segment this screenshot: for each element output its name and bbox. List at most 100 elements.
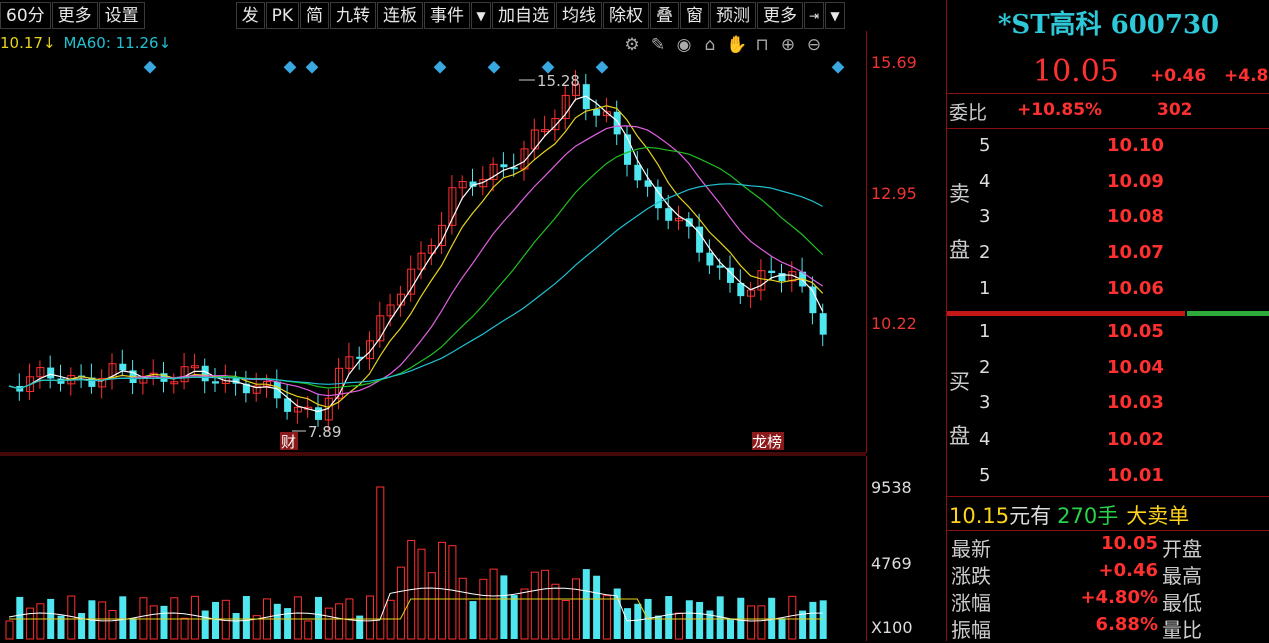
volume-bar [572,578,580,640]
ex-rights-button[interactable]: 除权 [603,2,650,29]
event-diamond [487,60,501,74]
volume-unit: X100 [871,618,913,637]
volume-bar [510,595,518,639]
volume-bar [737,597,745,639]
stat-label-2: 量比 [1162,618,1202,642]
weibi-count: 302 [1157,100,1193,120]
stat-row: 涨跌 +0.46 最高 [947,560,1269,588]
stat-label-2: 最低 [1162,591,1202,615]
volume-bar [809,601,817,639]
volume-bar [727,618,734,639]
price-axis: 15.69 12.95 10.22 [866,31,946,453]
ask-row[interactable]: 4 10.09 [947,171,1269,201]
volume-bar [160,605,168,639]
volume-bar [386,599,395,640]
volume-bar [221,599,230,640]
event-diamond [433,60,447,74]
collapse-panel-icon[interactable]: ⇥ [804,2,825,29]
event-diamond [831,60,845,74]
volume-bar [78,613,86,639]
volume-bar [293,596,302,640]
volume-bar [551,583,560,640]
ma-line [8,105,824,408]
bid-row[interactable]: 4 10.02 [947,429,1269,459]
volume-bar [119,596,127,639]
ask-level: 5 [979,135,991,156]
dragon-tiger-badge[interactable]: 龙榜 [752,433,782,451]
volume-bar [561,599,570,640]
volume-bar [757,605,766,640]
volume-bar [284,608,292,639]
forecast-button[interactable]: 预测 [710,2,757,29]
price-tick-mid: 12.95 [871,184,917,203]
stat-label: 涨跌 [951,564,991,588]
ask-row[interactable]: 5 10.10 [947,135,1269,165]
finance-badge[interactable]: 财 [281,433,296,451]
publish-button[interactable]: 发 [235,2,265,29]
volume-bar [315,596,322,639]
candle-body [119,363,127,371]
volume-bar [67,595,76,640]
bid-price: 10.02 [1107,429,1164,450]
settings-button[interactable]: 设置 [98,2,145,29]
tape-type: 大卖单 [1126,504,1190,528]
bid-row[interactable]: 3 10.03 [947,392,1269,422]
moving-average-button[interactable]: 均线 [556,2,603,29]
more-periods-button[interactable]: 更多 [51,2,98,29]
bid-row[interactable]: 1 10.05 [947,321,1269,351]
ask-row[interactable]: 1 10.06 [947,278,1269,308]
ask-strength-bar [1187,311,1269,316]
divider [947,93,1269,94]
volume-bar [242,596,250,639]
volume-axis: 9538 4769 X100 [866,456,946,641]
stat-label: 涨幅 [951,591,991,615]
volume-bars [5,486,827,640]
simple-button[interactable]: 简 [300,2,330,29]
volume-bar [788,595,797,640]
ma-line [8,146,824,390]
volume-bar [5,620,14,640]
stat-row: 最新 10.05 开盘 [947,533,1269,561]
events-dropdown-icon[interactable]: ▼ [471,2,492,29]
limit-up-board-button[interactable]: 连板 [377,2,424,29]
window-button[interactable]: 窗 [680,2,710,29]
ask-row[interactable]: 2 10.07 [947,242,1269,272]
nine-turn-button[interactable]: 九转 [330,2,377,29]
bid-row[interactable]: 2 10.04 [947,357,1269,387]
event-diamond [143,60,157,74]
weibi-value: +10.85% [1017,100,1103,120]
stock-title[interactable]: *ST高科 600730 [947,4,1269,41]
volume-bar [448,545,457,640]
weibi-label: 委比 [949,102,988,124]
more-tools-button[interactable]: 更多 [757,2,804,29]
volume-bar [190,595,199,640]
toolbar-dropdown-icon[interactable]: ▼ [825,2,846,29]
stat-label: 最新 [951,537,991,561]
kline-chart[interactable]: 15.28 7.89 财 龙榜 [0,31,866,641]
period-60min-button[interactable]: 60分 [0,2,51,29]
pk-button[interactable]: PK [265,2,300,29]
volume-bar [129,618,137,639]
events-button[interactable]: 事件 [424,2,471,29]
ma-line [8,125,824,397]
divider [947,530,1269,531]
volume-bar [16,596,24,639]
volume-bar [427,572,436,640]
ask-level: 3 [979,206,991,227]
tape-price: 10.15 [949,504,1010,528]
add-watchlist-button[interactable]: 加自选 [492,2,556,29]
volume-bar [108,609,117,640]
ask-row[interactable]: 3 10.08 [947,206,1269,236]
volume-bar [324,607,333,640]
chart-toolbar: 60分 更多 设置 发 PK 简 九转 连板 事件 ▼ 加自选 均线 除权 叠 … [0,0,866,31]
high-annotation: 15.28 [537,72,580,90]
bid-row[interactable]: 5 10.01 [947,465,1269,495]
overlay-button[interactable]: 叠 [650,2,680,29]
volume-bar [582,569,590,639]
bid-price: 10.05 [1107,321,1164,342]
volume-bar [458,577,467,640]
volume-bar [819,600,827,639]
candle-body [634,164,642,181]
low-annotation: 7.89 [308,423,341,441]
volume-bar [634,603,642,639]
